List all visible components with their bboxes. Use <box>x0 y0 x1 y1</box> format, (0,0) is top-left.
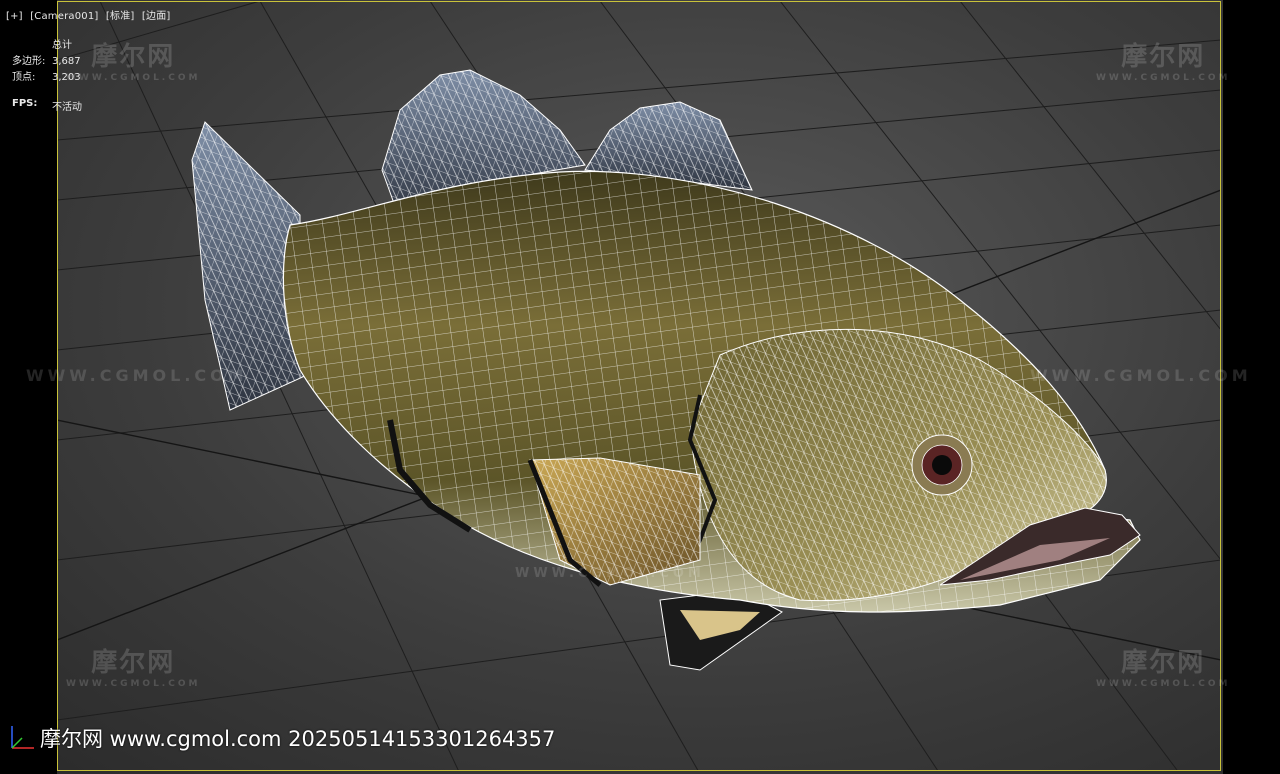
footer-watermark-text: 摩尔网 www.cgmol.com 20250514153301264357 <box>40 727 556 751</box>
3d-viewport[interactable]: 摩尔网 WWW.CGMOL.COM 摩尔网 WWW.CGMOL.COM 摩尔网 … <box>0 0 1280 774</box>
viewport-statistics: 总计 多边形: 3,687 顶点: 3,203 <box>12 38 81 86</box>
axis-tripod-icon <box>11 726 34 749</box>
fps-value: 不活动 <box>52 102 82 113</box>
watermark-line-right: WWW.CGMOL.COM <box>1030 366 1252 385</box>
watermark-line-center: WWW.CGMOL.COM <box>515 566 705 581</box>
viewport-shading-menu[interactable]: [标准] <box>106 11 135 22</box>
fps-label: FPS: <box>12 98 38 109</box>
watermark-bottom-right: 摩尔网 WWW.CGMOL.COM <box>1096 648 1231 689</box>
watermark-line-left: WWW.CGMOL.COM <box>26 366 248 385</box>
right-letterbox <box>1223 0 1280 774</box>
viewport-display-menu[interactable]: [边面] <box>142 11 171 22</box>
polys-label: 多边形: <box>12 56 46 67</box>
stats-header: 总计 <box>52 40 72 51</box>
viewport-menu-plus[interactable]: [+] <box>6 11 23 22</box>
polys-value: 3,687 <box>52 56 81 67</box>
watermark-bottom-left: 摩尔网 WWW.CGMOL.COM <box>66 648 201 689</box>
verts-label: 顶点: <box>12 72 36 83</box>
verts-value: 3,203 <box>52 72 81 83</box>
watermark-top-left: 摩尔网 WWW.CGMOL.COM <box>66 42 201 83</box>
viewport-camera-menu[interactable]: [Camera001] <box>30 11 98 22</box>
watermark-top-right: 摩尔网 WWW.CGMOL.COM <box>1096 42 1231 83</box>
left-letterbox <box>0 0 57 774</box>
fps-readout: FPS: 不活动 <box>12 98 82 113</box>
viewport-label: [+] [Camera001] [标准] [边面] <box>6 7 175 22</box>
